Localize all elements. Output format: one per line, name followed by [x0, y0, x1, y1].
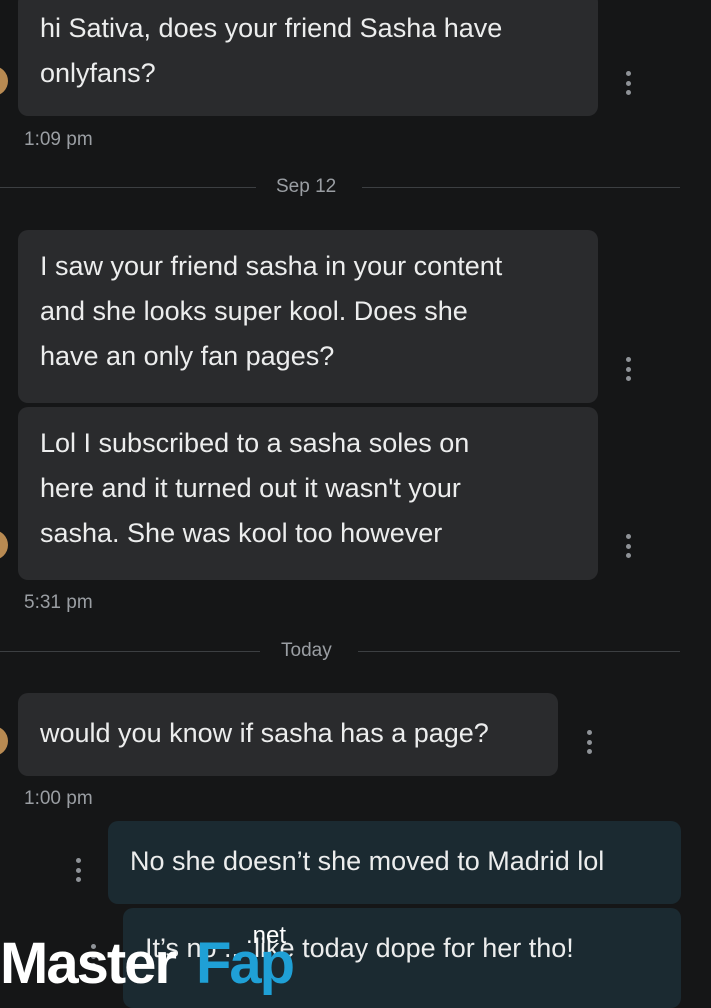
date-divider-line: [362, 187, 680, 188]
message-bubble-incoming[interactable]: hi Sativa, does your friend Sasha have o…: [18, 0, 598, 116]
message-options-icon[interactable]: [586, 730, 592, 754]
message-text-line: and she looks super kool. Does she: [40, 296, 468, 326]
watermark-master-text: Master: [0, 931, 177, 996]
message-options-icon[interactable]: [625, 71, 631, 95]
message-timestamp: 1:00 pm: [24, 788, 93, 809]
watermark-net-text: .net: [246, 922, 287, 949]
message-text-line: Lol I subscribed to a sasha soles on: [40, 428, 470, 458]
avatar[interactable]: [0, 66, 8, 96]
message-text-line: No she doesn’t she moved to Madrid lol: [130, 846, 605, 876]
avatar[interactable]: [0, 530, 8, 560]
message-bubble-incoming[interactable]: Lol I subscribed to a sasha soles on her…: [18, 407, 598, 580]
date-divider-label: Today: [281, 640, 332, 661]
message-timestamp: 1:09 pm: [24, 129, 93, 150]
date-divider-line: [358, 651, 680, 652]
date-divider-line: [0, 187, 256, 188]
avatar[interactable]: [0, 726, 8, 756]
message-text-line: hi Sativa, does your friend Sasha have: [40, 13, 503, 43]
message-text-line: I saw your friend sasha in your content: [40, 251, 503, 281]
message-text-line: onlyfans?: [40, 58, 156, 88]
date-divider-line: [0, 651, 260, 652]
message-bubble-incoming[interactable]: would you know if sasha has a page?: [18, 693, 558, 776]
date-divider-label: Sep 12: [276, 176, 337, 197]
message-text-line: here and it turned out it wasn't your: [40, 473, 461, 503]
message-options-icon[interactable]: [75, 858, 81, 882]
message-timestamp: 5:31 pm: [24, 592, 93, 613]
message-bubble-outgoing[interactable]: No she doesn’t she moved to Madrid lol: [108, 821, 681, 904]
watermark-logo: Master Fap .net: [0, 922, 320, 1000]
message-text-line: have an only fan pages?: [40, 341, 335, 371]
message-options-icon[interactable]: [625, 534, 631, 558]
message-bubble-incoming[interactable]: I saw your friend sasha in your content …: [18, 230, 598, 403]
message-options-icon[interactable]: [625, 357, 631, 381]
message-text-line: would you know if sasha has a page?: [40, 718, 489, 748]
message-text-line: sasha. She was kool too however: [40, 518, 443, 548]
